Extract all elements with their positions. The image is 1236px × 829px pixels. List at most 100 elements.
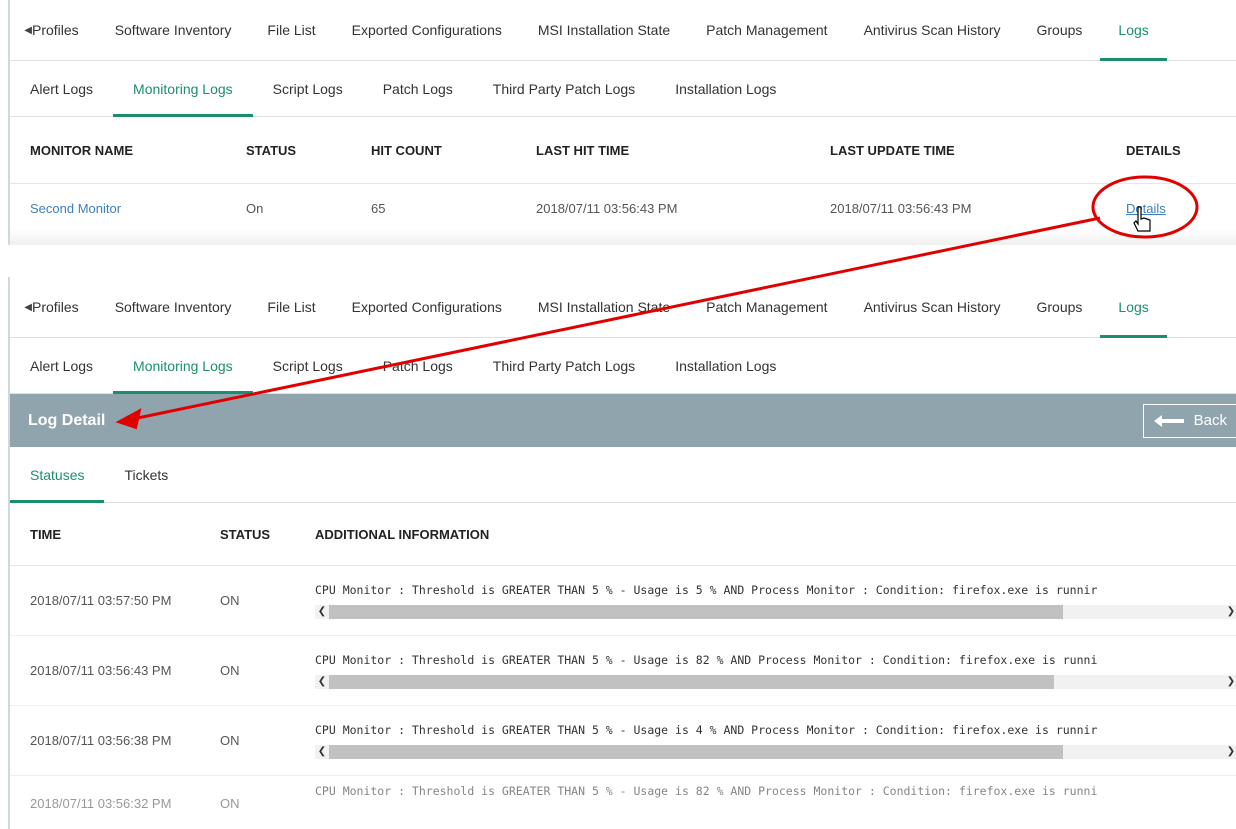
scroll-left-arrow-icon[interactable]: ❮ <box>315 606 329 617</box>
log-additional-info: CPU Monitor : Threshold is GREATER THAN … <box>315 652 1098 667</box>
tab-antivirus-scan-history[interactable]: Antivirus Scan History <box>846 277 1019 337</box>
log-info-cell: CPU Monitor : Threshold is GREATER THAN … <box>315 583 1236 619</box>
monitor-name-link[interactable]: Second Monitor <box>10 184 226 233</box>
column-header-status[interactable]: STATUS <box>220 527 315 542</box>
scroll-right-arrow-icon[interactable]: ❯ <box>1224 746 1236 757</box>
tab-patch-management[interactable]: Patch Management <box>688 0 845 60</box>
log-type-tabs-2: Alert Logs Monitoring Logs Script Logs P… <box>10 338 1236 394</box>
log-time: 2018/07/11 03:56:43 PM <box>30 663 172 678</box>
subtab-script-logs[interactable]: Script Logs <box>253 61 363 116</box>
subtab-monitoring-logs[interactable]: Monitoring Logs <box>113 61 253 117</box>
device-tabs-2: ◀ Profiles Software Inventory File List … <box>10 277 1236 338</box>
tab-software-inventory[interactable]: Software Inventory <box>97 277 250 337</box>
column-header-details: DETAILS <box>1106 117 1236 184</box>
scroll-left-arrow-icon[interactable]: ❮ <box>315 746 329 757</box>
log-time: 2018/07/11 03:57:50 PM <box>30 593 172 608</box>
tab-exported-configurations[interactable]: Exported Configurations <box>334 0 520 60</box>
tab-msi-installation-state[interactable]: MSI Installation State <box>520 277 688 337</box>
subtab-patch-logs[interactable]: Patch Logs <box>363 61 473 116</box>
log-time: 2018/07/11 03:56:38 PM <box>30 733 172 748</box>
horizontal-scrollbar[interactable]: ❮ ❯ <box>315 674 1236 689</box>
tab-statuses[interactable]: Statuses <box>10 447 105 503</box>
horizontal-scrollbar[interactable]: ❮ ❯ <box>315 744 1236 759</box>
table-row: Second Monitor On 65 2018/07/11 03:56:43… <box>10 184 1236 233</box>
tab-profiles[interactable]: Profiles <box>32 0 97 60</box>
scrollbar-thumb[interactable] <box>329 604 1063 619</box>
monitor-last-hit-time: 2018/07/11 03:56:43 PM <box>536 200 678 216</box>
log-detail-tabs: Statuses Tickets <box>10 447 1236 503</box>
subtab-third-party-patch-logs[interactable]: Third Party Patch Logs <box>473 338 655 393</box>
subtab-alert-logs[interactable]: Alert Logs <box>10 61 113 116</box>
subtab-script-logs[interactable]: Script Logs <box>253 338 363 393</box>
log-status: ON <box>220 796 240 811</box>
table-row: 2018/07/11 03:56:32 PM ON CPU Monitor : … <box>10 776 1236 824</box>
back-button[interactable]: Back <box>1142 403 1236 438</box>
log-time: 2018/07/11 03:56:32 PM <box>30 796 172 811</box>
monitor-last-update-time: 2018/07/11 03:56:43 PM <box>830 200 972 216</box>
tab-exported-configurations[interactable]: Exported Configurations <box>334 277 520 337</box>
scroll-right-arrow-icon[interactable]: ❯ <box>1224 676 1236 687</box>
subtab-third-party-patch-logs[interactable]: Third Party Patch Logs <box>473 61 655 116</box>
device-tabs: ◀ Profiles Software Inventory File List … <box>10 0 1236 61</box>
column-header-last-update-time[interactable]: LAST UPDATE TIME <box>810 117 1106 184</box>
tab-msi-installation-state[interactable]: MSI Installation State <box>520 0 688 60</box>
table-header-row: MONITOR NAME STATUS HIT COUNT LAST HIT T… <box>10 117 1236 184</box>
arrow-left-icon <box>1153 414 1184 427</box>
table-row: 2018/07/11 03:57:50 PM ON CPU Monitor : … <box>10 566 1236 636</box>
log-type-tabs: Alert Logs Monitoring Logs Script Logs P… <box>10 61 1236 117</box>
monitoring-logs-panel: ◀ Profiles Software Inventory File List … <box>8 0 1236 245</box>
tab-tickets[interactable]: Tickets <box>104 447 188 502</box>
subtab-alert-logs[interactable]: Alert Logs <box>10 338 113 393</box>
column-header-additional-information: ADDITIONAL INFORMATION <box>315 526 490 542</box>
log-additional-info: CPU Monitor : Threshold is GREATER THAN … <box>315 784 1098 798</box>
scroll-right-arrow-icon[interactable]: ❯ <box>1224 606 1236 617</box>
log-table-header: TIME STATUS ADDITIONAL INFORMATION <box>10 503 1236 566</box>
tab-patch-management[interactable]: Patch Management <box>688 277 845 337</box>
log-detail-panel: ◀ Profiles Software Inventory File List … <box>8 277 1236 829</box>
log-info-cell: CPU Monitor : Threshold is GREATER THAN … <box>315 723 1236 759</box>
column-header-last-hit-time[interactable]: LAST HIT TIME <box>516 117 810 184</box>
scroll-left-arrow-icon[interactable]: ❮ <box>315 676 329 687</box>
tab-logs[interactable]: Logs <box>1100 0 1168 61</box>
column-header-time[interactable]: TIME <box>10 527 220 542</box>
log-additional-info: CPU Monitor : Threshold is GREATER THAN … <box>315 582 1098 597</box>
torn-edge <box>10 229 1236 245</box>
subtab-installation-logs[interactable]: Installation Logs <box>655 338 796 393</box>
scrollbar-thumb[interactable] <box>329 674 1054 689</box>
log-status: ON <box>220 733 240 748</box>
subtab-patch-logs[interactable]: Patch Logs <box>363 338 473 393</box>
table-row: 2018/07/11 03:56:38 PM ON CPU Monitor : … <box>10 706 1236 776</box>
monitor-hit-count: 65 <box>371 200 386 216</box>
horizontal-scrollbar[interactable]: ❮ ❯ <box>315 604 1236 619</box>
column-header-status[interactable]: STATUS <box>226 117 351 184</box>
column-header-hit-count[interactable]: HIT COUNT <box>351 117 516 184</box>
log-detail-header: Log Detail Back <box>10 394 1236 447</box>
log-info-cell: CPU Monitor : Threshold is GREATER THAN … <box>315 653 1236 689</box>
subtab-monitoring-logs[interactable]: Monitoring Logs <box>113 338 253 394</box>
log-detail-title: Log Detail <box>28 411 106 429</box>
scrollbar-thumb[interactable] <box>329 744 1063 759</box>
tab-groups[interactable]: Groups <box>1019 277 1101 337</box>
details-link[interactable]: Details <box>1126 201 1166 216</box>
tab-file-list[interactable]: File List <box>249 277 333 337</box>
log-info-cell: CPU Monitor : Threshold is GREATER THAN … <box>315 784 1236 800</box>
tab-logs[interactable]: Logs <box>1100 277 1168 338</box>
back-button-label: Back <box>1193 412 1227 429</box>
column-header-monitor-name[interactable]: MONITOR NAME <box>10 117 226 184</box>
scroll-left-icon[interactable]: ◀ <box>10 302 32 313</box>
tab-profiles[interactable]: Profiles <box>32 277 97 337</box>
scroll-left-icon[interactable]: ◀ <box>10 25 32 36</box>
tab-software-inventory[interactable]: Software Inventory <box>97 0 250 60</box>
tab-groups[interactable]: Groups <box>1019 0 1101 60</box>
tab-file-list[interactable]: File List <box>249 0 333 60</box>
log-status: ON <box>220 663 240 678</box>
monitor-table: MONITOR NAME STATUS HIT COUNT LAST HIT T… <box>10 117 1236 232</box>
log-additional-info: CPU Monitor : Threshold is GREATER THAN … <box>315 722 1098 737</box>
monitor-name[interactable]: Second Monitor <box>30 201 121 216</box>
subtab-installation-logs[interactable]: Installation Logs <box>655 61 796 116</box>
tab-antivirus-scan-history[interactable]: Antivirus Scan History <box>846 0 1019 60</box>
monitor-status: On <box>246 200 264 216</box>
log-status: ON <box>220 593 240 608</box>
table-row: 2018/07/11 03:56:43 PM ON CPU Monitor : … <box>10 636 1236 706</box>
details-cell: Details <box>1106 184 1236 233</box>
